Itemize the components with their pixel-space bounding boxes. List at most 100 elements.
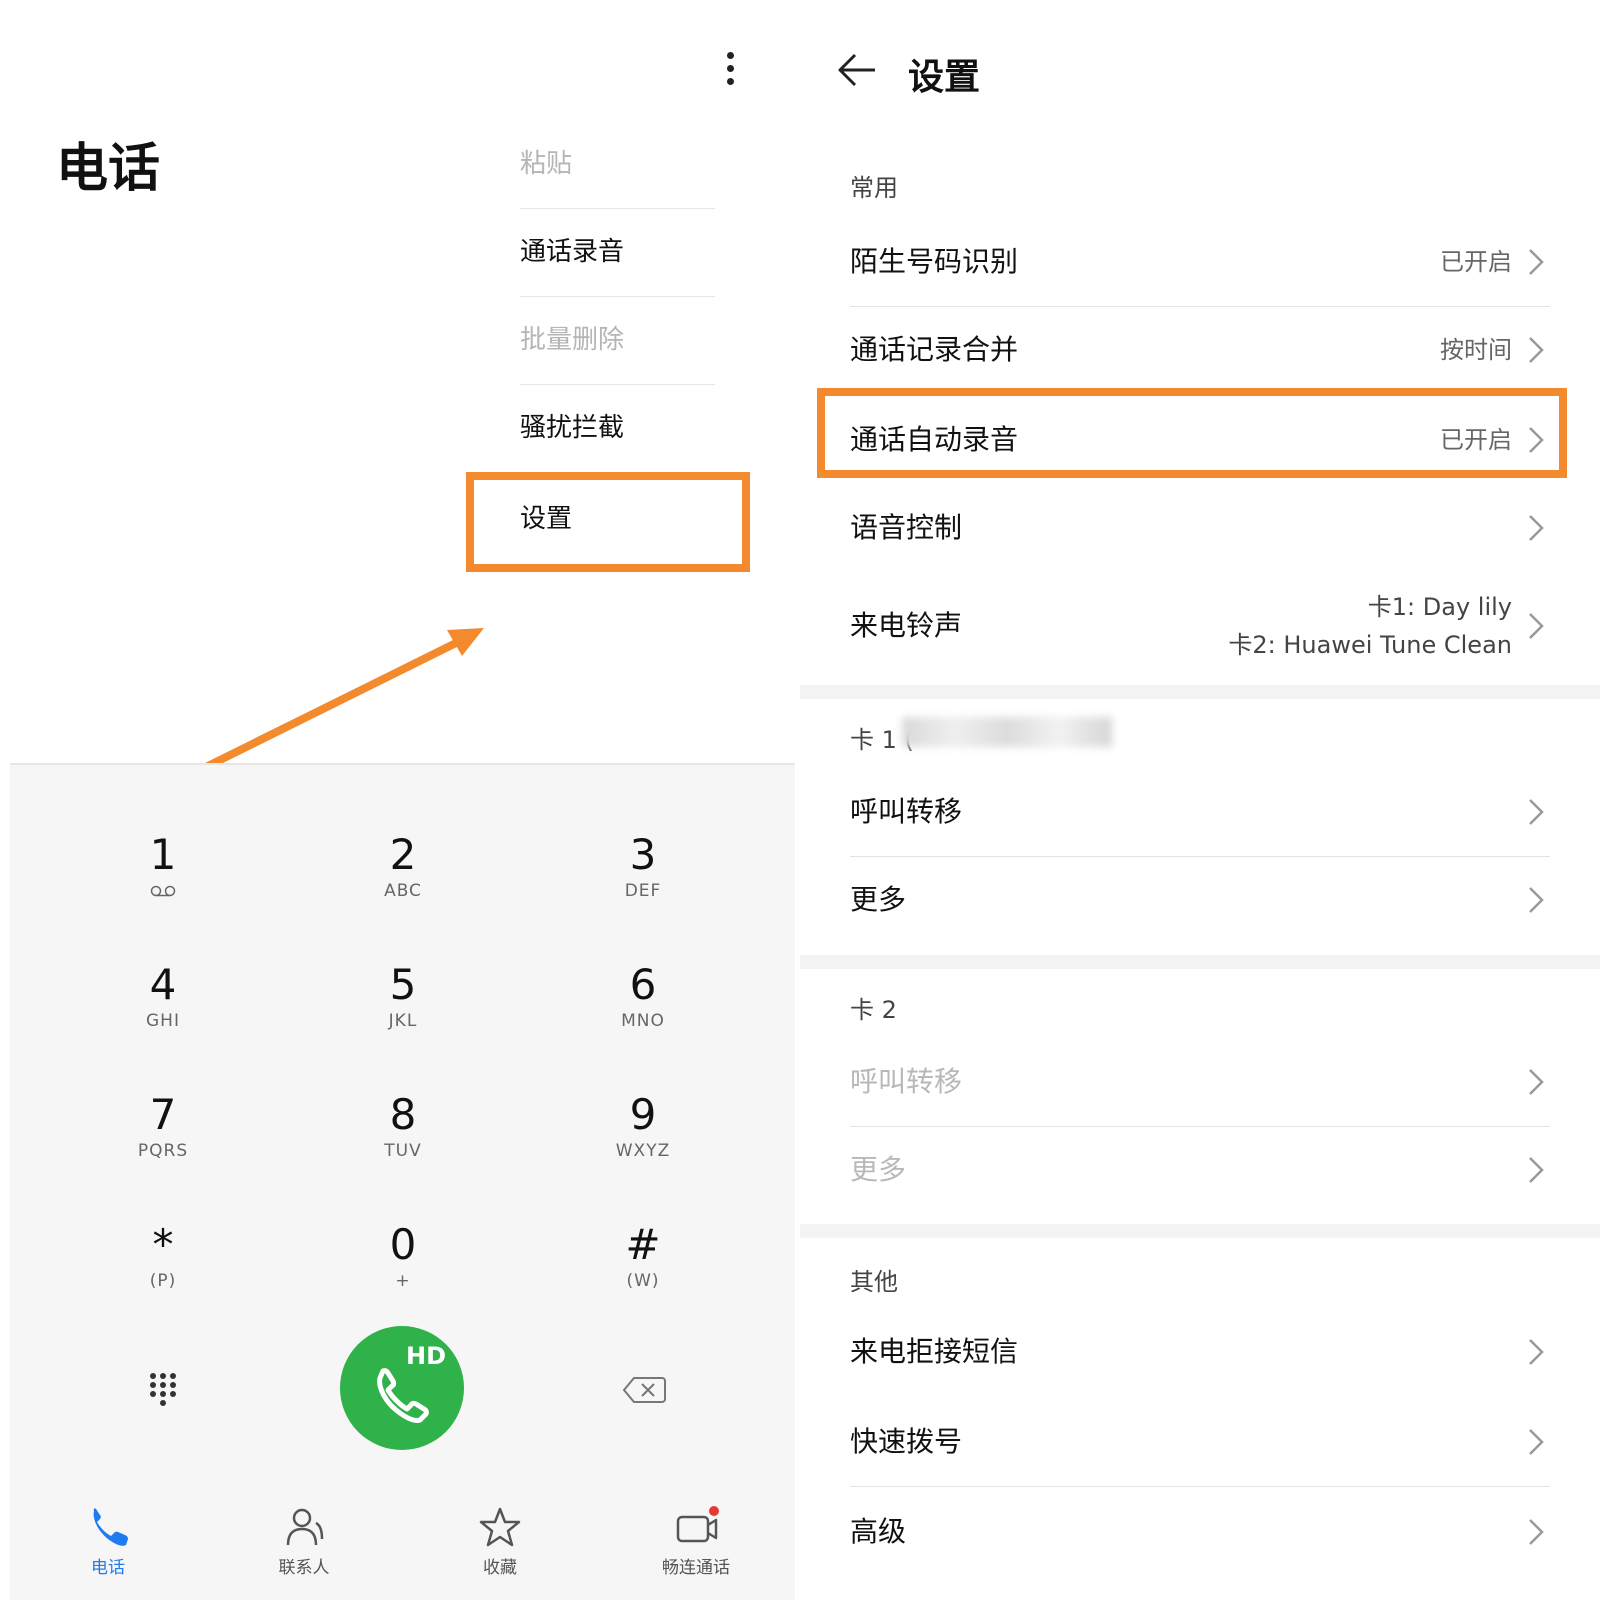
dialpad-grid-icon: [150, 1373, 176, 1406]
key-9[interactable]: 9 WXYZ: [543, 1090, 743, 1190]
backspace-icon: [622, 1377, 666, 1403]
page-title: 设置: [908, 57, 981, 98]
key-digit: 6: [629, 960, 657, 1009]
chevron-right-icon: [1529, 1069, 1544, 1095]
phone-dialer-screen: 电话 粘贴 通话录音 批量删除 骚扰拦截 设置 1 2 ABC 3 DEF 4 …: [0, 0, 800, 1600]
row-divider: [850, 1486, 1550, 1487]
chevron-right-icon: [1529, 515, 1544, 541]
key-letters: TUV: [384, 1141, 422, 1161]
settings-screen: 设置 常用 陌生号码识别 已开启 通话记录合并 按时间 通话自动录音 已开启 语…: [800, 0, 1600, 1600]
row-label: 更多: [850, 1153, 907, 1186]
row-label: 更多: [850, 883, 907, 916]
key-1[interactable]: 1: [63, 830, 263, 930]
key-letters: (W): [626, 1271, 660, 1291]
key-digit: *: [152, 1220, 174, 1269]
tab-label: 收藏: [483, 1558, 517, 1578]
row-speed-dial[interactable]: 快速拨号: [850, 1398, 1550, 1486]
row-label: 高级: [850, 1515, 907, 1548]
row-label: 快速拨号: [850, 1425, 963, 1458]
key-4[interactable]: 4 GHI: [63, 960, 263, 1060]
key-8[interactable]: 8 TUV: [303, 1090, 503, 1190]
video-call-icon: [676, 1506, 719, 1543]
key-letters: PQRS: [137, 1141, 189, 1161]
contacts-icon: [286, 1508, 324, 1546]
tab-label: 联系人: [278, 1558, 330, 1578]
key-2[interactable]: 2 ABC: [303, 830, 503, 930]
row-label: 来电拒接短信: [850, 1335, 1019, 1368]
row-merge-call-logs[interactable]: 通话记录合并 按时间: [850, 306, 1550, 394]
chevron-right-icon: [1529, 887, 1544, 913]
dialpad-toggle-button[interactable]: [148, 1372, 178, 1412]
star-icon: [479, 1507, 521, 1547]
chevron-right-icon: [1529, 1157, 1544, 1183]
key-digit: 3: [629, 830, 657, 879]
key-6[interactable]: 6 MNO: [543, 960, 743, 1060]
call-button[interactable]: HD: [340, 1326, 464, 1450]
row-ringtone[interactable]: 来电铃声 卡1: Day lily 卡2: Huawei Tune Clean: [850, 576, 1550, 676]
key-letters: GHI: [146, 1011, 180, 1031]
key-letters: DEF: [624, 881, 662, 901]
key-7[interactable]: 7 PQRS: [63, 1090, 263, 1190]
tab-contacts[interactable]: 联系人: [244, 1505, 364, 1578]
key-5[interactable]: 5 JKL: [303, 960, 503, 1060]
tab-phone[interactable]: 电话: [48, 1505, 168, 1578]
tab-favorites[interactable]: 收藏: [440, 1505, 560, 1578]
row-card2-call-forwarding: 呼叫转移: [850, 1038, 1550, 1126]
row-card1-call-forwarding[interactable]: 呼叫转移: [850, 768, 1550, 856]
hd-label: HD: [405, 1342, 446, 1370]
key-letters: MNO: [621, 1011, 665, 1031]
row-label: 来电铃声: [850, 609, 963, 642]
tab-meetime[interactable]: 畅连通话: [636, 1505, 756, 1578]
ringtone-card1: 卡1: Day lily: [1367, 593, 1512, 621]
key-letters: +: [395, 1271, 411, 1291]
row-unknown-number-id[interactable]: 陌生号码识别 已开启: [850, 218, 1550, 306]
row-advanced[interactable]: 高级: [850, 1488, 1550, 1576]
row-voice-control[interactable]: 语音控制: [850, 484, 1550, 572]
tab-label: 畅连通话: [662, 1558, 730, 1578]
chevron-right-icon: [1529, 613, 1544, 639]
row-label: 陌生号码识别: [850, 245, 1019, 278]
row-label: 通话记录合并: [850, 333, 1019, 366]
key-digit: 2: [389, 830, 417, 879]
tab-label: 电话: [91, 1558, 125, 1578]
chevron-right-icon: [1529, 1429, 1544, 1455]
chevron-right-icon: [1529, 1339, 1544, 1365]
auto-record-highlight-box: [817, 388, 1567, 478]
key-digit: 7: [149, 1090, 177, 1139]
chevron-right-icon: [1529, 337, 1544, 363]
section-header-common: 常用: [850, 174, 898, 202]
row-label: 呼叫转移: [850, 1065, 963, 1098]
row-card1-more[interactable]: 更多: [850, 856, 1550, 944]
chevron-right-icon: [1529, 1519, 1544, 1545]
key-0[interactable]: 0 +: [303, 1220, 503, 1320]
section-header-other: 其他: [850, 1268, 898, 1296]
chevron-right-icon: [1529, 799, 1544, 825]
backspace-button[interactable]: [622, 1376, 666, 1408]
key-letters: JKL: [388, 1011, 418, 1031]
section-gap: [800, 955, 1600, 969]
key-star[interactable]: * (P): [63, 1220, 263, 1320]
section-gap: [800, 1224, 1600, 1238]
key-digit: 5: [389, 960, 417, 1009]
voicemail-icon: [150, 885, 176, 897]
row-value: 已开启: [1440, 248, 1512, 276]
key-digit: 4: [149, 960, 177, 1009]
row-card2-more: 更多: [850, 1126, 1550, 1214]
key-digit: 8: [389, 1090, 417, 1139]
key-hash[interactable]: # (W): [543, 1220, 743, 1320]
section-gap: [800, 685, 1600, 699]
key-digit: 0: [389, 1220, 417, 1269]
chevron-right-icon: [1529, 249, 1544, 275]
redacted-phone-number: [902, 717, 1112, 747]
row-reject-sms[interactable]: 来电拒接短信: [850, 1308, 1550, 1396]
key-letters: WXYZ: [615, 1141, 671, 1161]
back-arrow-icon[interactable]: [835, 50, 879, 90]
key-digit: 9: [629, 1090, 657, 1139]
key-letters: ABC: [384, 881, 422, 901]
key-digit: #: [625, 1220, 661, 1269]
row-label: 呼叫转移: [850, 795, 963, 828]
ringtone-card2: 卡2: Huawei Tune Clean: [1228, 631, 1512, 659]
row-label: 语音控制: [850, 511, 963, 544]
phone-tab-icon: [93, 1508, 128, 1546]
key-3[interactable]: 3 DEF: [543, 830, 743, 930]
